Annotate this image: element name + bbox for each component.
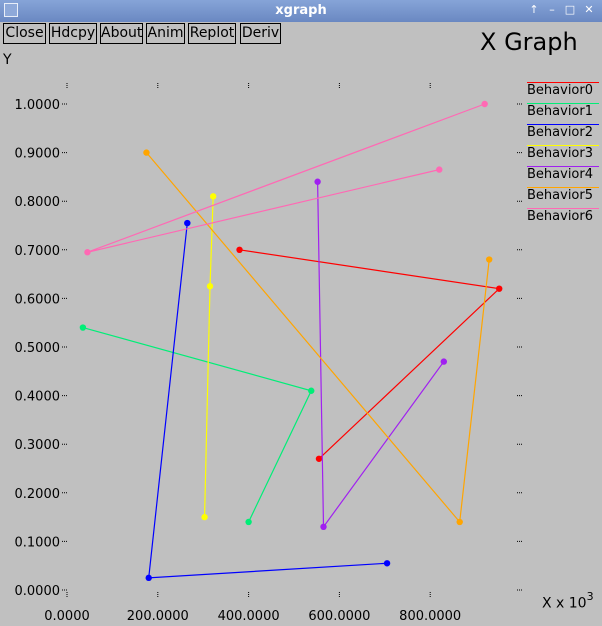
series-point-behavior1 [79,324,87,331]
series-point-behavior4 [440,358,448,365]
series-point-behavior6 [436,166,443,173]
legend-label-behavior4: Behavior4 [527,167,593,182]
y-tick-label: 0.1000 [15,535,61,550]
x-tick-label: 400.0000 [218,609,280,624]
y-tick-label: 0.6000 [15,292,61,307]
series-point-behavior2 [145,574,152,582]
y-tick-label: 0.2000 [15,487,61,502]
series-point-behavior1 [308,387,315,394]
series-line-behavior0 [239,249,501,460]
x-tick-label: 200.0000 [127,609,189,624]
series-point-behavior0 [496,285,503,292]
legend-label-behavior3: Behavior3 [527,146,593,161]
y-tick-label: 0.3000 [15,438,61,453]
series-point-behavior3 [201,513,208,521]
legend-label-behavior2: Behavior2 [527,125,593,140]
series-point-behavior4 [320,523,327,531]
series-point-behavior5 [456,518,463,526]
series-point-behavior0 [236,246,243,253]
series-point-behavior5 [143,149,150,156]
series-point-behavior6 [84,249,91,256]
series-line-behavior2 [148,223,388,579]
x-tick-label: 600.0000 [308,609,370,624]
y-tick-label: 0.4000 [15,390,61,405]
series-line-behavior6 [87,103,485,253]
legend-label-behavior0: Behavior0 [527,83,593,98]
series-point-behavior0 [315,455,323,462]
series-line-behavior3 [203,196,214,518]
series-point-behavior3 [206,283,214,290]
y-tick-label: 0.0000 [15,584,61,599]
y-tick-label: 0.8000 [15,195,61,210]
x-tick-label: 0.0000 [44,609,90,624]
series-point-behavior6 [481,100,488,108]
plot-area: 0.0000 0.1000 0.2000 0.3000 0.4000 0.5000 0.60… [15,83,523,624]
legend-label-behavior1: Behavior1 [527,104,593,119]
series-line-behavior1 [82,326,313,523]
axis-ticks: 0.0000 0.1000 0.2000 0.3000 0.4000 0.5000 0.60… [15,83,523,624]
series-point-behavior2 [383,560,391,567]
series-point-behavior4 [314,178,321,185]
series-point-behavior2 [184,219,191,227]
y-tick-label: 0.7000 [15,244,61,259]
series-line-behavior4 [317,181,445,529]
series-point-behavior1 [245,518,252,526]
series-point-behavior5 [486,256,493,263]
legend-label-behavior6: Behavior6 [527,209,593,224]
y-tick-label: 1.0000 [15,98,61,113]
x-tick-label: 800.0000 [399,609,461,624]
legend-label-behavior5: Behavior5 [527,188,593,203]
y-tick-label: 0.9000 [15,147,61,162]
y-tick-label: 0.5000 [15,341,61,356]
series-group [79,100,503,582]
series-point-behavior3 [209,193,217,200]
